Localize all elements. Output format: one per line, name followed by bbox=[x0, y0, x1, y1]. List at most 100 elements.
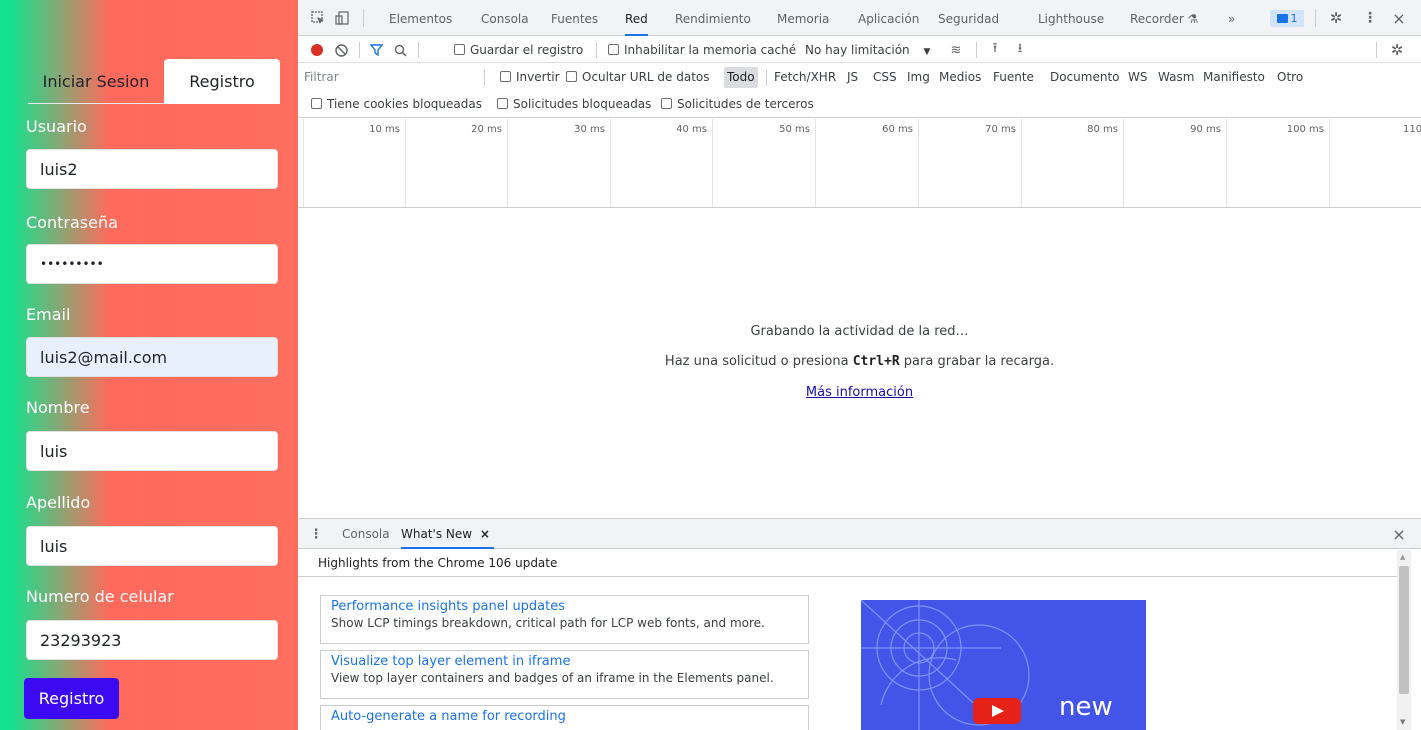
filter-type-fetch-xhr[interactable]: Fetch/XHR bbox=[771, 67, 839, 88]
blocked-cookies-label: Tiene cookies bloqueadas bbox=[327, 97, 482, 111]
record-icon[interactable] bbox=[310, 43, 324, 57]
promo-word: new bbox=[1059, 692, 1113, 722]
divider bbox=[359, 42, 360, 58]
recording-message: Grabando la actividad de la red… bbox=[750, 324, 969, 339]
tab-login[interactable]: Iniciar Sesion bbox=[28, 59, 164, 104]
drawer-scrollbar[interactable]: ▲ ▼ bbox=[1397, 550, 1411, 730]
checkbox-box bbox=[311, 98, 322, 109]
filter-type-wasm[interactable]: Wasm bbox=[1155, 67, 1197, 88]
username-input[interactable]: luis2 bbox=[26, 149, 278, 189]
issues-badge[interactable]: 1 bbox=[1270, 10, 1304, 27]
timeline-tick-label: 50 ms bbox=[779, 124, 810, 135]
filter-type-css[interactable]: CSS bbox=[870, 67, 900, 88]
tab-memory[interactable]: Memoria bbox=[777, 0, 829, 36]
blocked-requests-checkbox[interactable]: Solicitudes bloqueadas bbox=[497, 91, 651, 117]
registration-panel: Iniciar Sesion Registro Usuario luis2 Co… bbox=[0, 0, 298, 730]
network-settings-gear-icon[interactable]: ✲ bbox=[1388, 41, 1406, 59]
kebab-menu-icon[interactable]: ⋮ bbox=[1363, 9, 1377, 27]
tab-security[interactable]: Seguridad bbox=[938, 0, 999, 36]
first-name-input[interactable]: luis bbox=[26, 431, 278, 471]
inspect-element-icon[interactable] bbox=[310, 10, 326, 26]
tab-recorder[interactable]: Recorder ⚗ bbox=[1130, 0, 1198, 36]
tab-console[interactable]: Consola bbox=[481, 0, 529, 36]
devtools-drawer: ⋮ Consola What's New × × Highlights from… bbox=[298, 518, 1421, 730]
preserve-log-checkbox[interactable]: Guardar el registro bbox=[454, 37, 583, 63]
whats-new-card[interactable]: Auto-generate a name for recording bbox=[320, 705, 809, 730]
invert-checkbox[interactable]: Invertir bbox=[500, 65, 560, 90]
close-drawer-icon[interactable]: × bbox=[1391, 525, 1407, 544]
network-toolbar: Guardar el registro Inhabilitar la memor… bbox=[298, 37, 1421, 63]
close-tab-icon[interactable]: × bbox=[480, 527, 490, 541]
chevron-down-icon: ▼ bbox=[923, 47, 931, 57]
password-input[interactable]: ••••••••• bbox=[26, 244, 278, 284]
card-description: View top layer containers and badges of … bbox=[331, 671, 774, 685]
email-input[interactable]: luis2@mail.com bbox=[26, 337, 278, 377]
whats-new-video-thumbnail[interactable]: new bbox=[861, 600, 1146, 730]
phone-label: Numero de celular bbox=[26, 587, 174, 606]
devtools-panel: Elementos Consola Fuentes Red Rendimient… bbox=[298, 0, 1421, 730]
filter-type-media[interactable]: Medios bbox=[936, 67, 984, 88]
filter-icon[interactable] bbox=[369, 43, 383, 57]
scroll-up-arrow-icon[interactable]: ▲ bbox=[1400, 553, 1405, 561]
devtools-tabbar: Elementos Consola Fuentes Red Rendimient… bbox=[298, 0, 1421, 36]
password-label: Contraseña bbox=[26, 213, 118, 232]
whats-new-card[interactable]: Performance insights panel updates Show … bbox=[320, 595, 809, 644]
network-conditions-wifi-icon[interactable]: ≋ bbox=[947, 42, 965, 58]
reload-hint-text-end: para grabar la recarga. bbox=[899, 354, 1055, 369]
whats-new-card[interactable]: Visualize top layer element in iframe Vi… bbox=[320, 650, 809, 699]
tab-network[interactable]: Red bbox=[625, 0, 648, 36]
more-tabs-button[interactable]: » bbox=[1228, 0, 1235, 36]
drawer-tab-console[interactable]: Consola bbox=[342, 519, 390, 549]
network-timeline-overview[interactable]: 10 ms 20 ms 30 ms 40 ms 50 ms 60 ms 70 m… bbox=[298, 119, 1421, 208]
register-submit-button[interactable]: Registro bbox=[24, 678, 119, 719]
tab-application[interactable]: Aplicación bbox=[858, 0, 919, 36]
throttling-select[interactable]: No hay limitación ▼ bbox=[805, 37, 930, 63]
filter-type-img[interactable]: Img bbox=[904, 67, 933, 88]
hide-data-urls-label: Ocultar URL de datos bbox=[582, 70, 710, 84]
device-toolbar-icon[interactable] bbox=[334, 10, 350, 26]
tab-register[interactable]: Registro bbox=[164, 59, 280, 104]
blocked-cookies-checkbox[interactable]: Tiene cookies bloqueadas bbox=[311, 91, 482, 117]
third-party-label: Solicitudes de terceros bbox=[677, 97, 814, 111]
divider bbox=[1376, 42, 1377, 58]
phone-input[interactable]: 23293923 bbox=[26, 620, 278, 660]
filter-type-other[interactable]: Otro bbox=[1274, 67, 1306, 88]
scroll-down-arrow-icon[interactable]: ▼ bbox=[1400, 718, 1405, 726]
filter-type-manifest[interactable]: Manifiesto bbox=[1200, 67, 1268, 88]
filter-input[interactable]: Filtrar bbox=[304, 67, 484, 88]
filter-type-js[interactable]: JS bbox=[844, 67, 861, 88]
tab-performance[interactable]: Rendimiento bbox=[675, 0, 751, 36]
drawer-tab-whats-new-label: What's New bbox=[401, 527, 473, 541]
filter-type-font[interactable]: Fuente bbox=[990, 67, 1037, 88]
close-devtools-icon[interactable]: × bbox=[1391, 9, 1407, 28]
divider bbox=[1315, 9, 1316, 27]
disable-cache-checkbox[interactable]: Inhabilitar la memoria caché bbox=[608, 37, 796, 63]
divider bbox=[418, 42, 419, 58]
card-title: Visualize top layer element in iframe bbox=[331, 654, 571, 669]
import-har-upload-icon[interactable]: ⭱ bbox=[988, 41, 1002, 58]
filter-type-ws[interactable]: WS bbox=[1125, 67, 1150, 88]
timeline-tick-label: 30 ms bbox=[574, 124, 605, 135]
reload-hint: Haz una solicitud o presiona Ctrl+R para… bbox=[298, 354, 1421, 369]
settings-gear-icon[interactable]: ✲ bbox=[1327, 9, 1345, 27]
filter-type-all[interactable]: Todo bbox=[724, 67, 758, 88]
search-icon[interactable] bbox=[393, 43, 407, 57]
drawer-menu-icon[interactable]: ⋮ bbox=[310, 526, 323, 542]
third-party-checkbox[interactable]: Solicitudes de terceros bbox=[661, 91, 814, 117]
filter-type-document[interactable]: Documento bbox=[1047, 67, 1123, 88]
export-har-download-icon[interactable]: ⭳ bbox=[1013, 41, 1027, 58]
divider bbox=[976, 42, 977, 58]
tab-sources[interactable]: Fuentes bbox=[551, 0, 598, 36]
clear-icon[interactable] bbox=[334, 43, 348, 57]
drawer-tab-whats-new[interactable]: What's New × bbox=[401, 519, 494, 549]
scrollbar-thumb[interactable] bbox=[1399, 566, 1409, 694]
youtube-play-icon[interactable] bbox=[973, 698, 1021, 724]
tab-lighthouse[interactable]: Lighthouse bbox=[1038, 0, 1104, 36]
learn-more-link[interactable]: Más información bbox=[298, 385, 1421, 400]
email-label: Email bbox=[26, 305, 71, 324]
timeline-gridline: 100 ms bbox=[1287, 119, 1330, 207]
checkbox-box bbox=[608, 44, 619, 55]
hide-data-urls-checkbox[interactable]: Ocultar URL de datos bbox=[566, 65, 710, 90]
last-name-input[interactable]: luis bbox=[26, 526, 278, 566]
tab-elements[interactable]: Elementos bbox=[389, 0, 452, 36]
